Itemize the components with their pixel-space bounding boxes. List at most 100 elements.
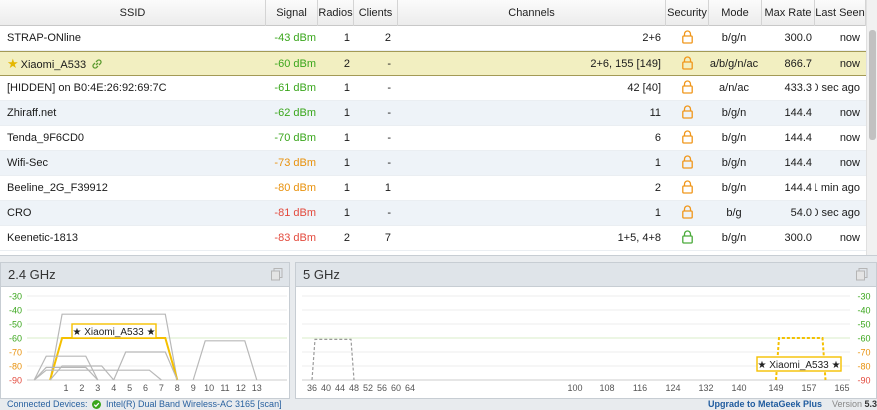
y-tick-label: -30 — [857, 292, 870, 302]
copy-icon[interactable] — [856, 268, 868, 281]
column-header-ssid[interactable]: SSID — [0, 0, 266, 26]
x-tick-label: 7 — [159, 383, 164, 393]
table-header: SSID Signal Radios Clients Channels Secu… — [0, 0, 877, 26]
series-beeline-2g-f39912[interactable] — [49, 365, 115, 381]
cell-clients: - — [387, 207, 391, 219]
x-tick-label: 6 — [143, 383, 148, 393]
series-zhiraff-net[interactable] — [192, 340, 258, 381]
series-wifi-sec[interactable] — [33, 355, 99, 381]
panel-2-4-ghz-title: 2.4 GHz — [8, 267, 56, 282]
table-scrollbar[interactable] — [866, 0, 877, 255]
cell-seen: now — [815, 101, 860, 125]
table-row[interactable]: Keenetic-1813 -83 dBm 2 7 1+5, 4+8 b/g/n 300.0… — [0, 226, 877, 251]
table-row[interactable]: Beeline_2G_F39912 -80 dBm 1 1 2 b/g/n 144.4 1 m… — [0, 176, 877, 201]
last-seen-text: 1 min ago — [815, 182, 860, 194]
upgrade-link[interactable]: Upgrade to MetaGeek Plus — [708, 399, 822, 410]
table-row[interactable]: STRAP-ONline -43 dBm 1 2 2+6 b/g/n 300.0 now — [0, 26, 877, 51]
cell-security — [668, 126, 706, 150]
x-tick-label: 60 — [391, 383, 401, 393]
x-tick-label: 36 — [307, 383, 317, 393]
check-icon — [92, 400, 101, 409]
column-header-clients[interactable]: Clients — [354, 0, 398, 26]
y-tick-label: -70 — [857, 348, 870, 358]
cell-radios: 1 — [343, 132, 350, 144]
x-tick-label: 140 — [731, 383, 746, 393]
table-row[interactable]: Wifi-Sec -73 dBm 1 - 1 b/g/n 144.4 now — [0, 151, 877, 176]
series-cro[interactable] — [33, 366, 99, 381]
y-tick-label: -50 — [857, 320, 870, 330]
x-tick-label: 149 — [768, 383, 783, 393]
column-header-signal[interactable]: Signal — [266, 0, 318, 26]
column-header-radios[interactable]: Radios — [318, 0, 354, 26]
cell-ssid: Keenetic-1813 — [7, 232, 78, 244]
x-tick-label: 11 — [220, 383, 229, 393]
panel-2-4-ghz-header: 2.4 GHz — [1, 263, 289, 287]
column-header-last-seen[interactable]: Last Seen — [815, 0, 866, 26]
x-tick-label: 1 — [63, 383, 68, 393]
x-tick-label: 9 — [191, 383, 196, 393]
cell-seen: now — [815, 126, 860, 150]
cell-ssid: Wifi-Sec — [7, 157, 48, 169]
lock-icon — [681, 180, 693, 194]
series-hidden-on-b0-4e-26-92-69-7c[interactable] — [311, 338, 355, 381]
cell-ssid: Zhiraff.net — [7, 107, 57, 119]
connected-device-link[interactable]: Intel(R) Dual Band Wireless-AC 3165 [sca… — [106, 399, 282, 410]
cell-seen: now — [815, 226, 860, 250]
y-tick-label: -60 — [857, 334, 870, 344]
cell-channels: 2+6 — [642, 32, 661, 44]
x-tick-label: 10 — [204, 383, 214, 393]
series-xiaomi-a533[interactable] — [49, 337, 179, 381]
chart-2-4-ghz: -30-40-50-60-70-80-901 2 3 4 5 6 7 8 9 10 11 12 13★ … — [9, 292, 287, 393]
lock-icon — [681, 155, 693, 169]
cell-signal: -62 dBm — [274, 107, 316, 119]
x-tick-label: 12 — [236, 383, 246, 393]
copy-icon[interactable] — [271, 268, 283, 281]
cell-radios: 1 — [343, 157, 350, 169]
table-row[interactable]: CRO -81 dBm 1 - 1 b/g 54.050 sec ago — [0, 201, 877, 226]
cell-security — [668, 151, 706, 175]
cell-seen: now — [815, 52, 860, 76]
column-header-max-rate[interactable]: Max Rate — [762, 0, 815, 26]
last-seen-text: now — [839, 32, 860, 44]
highlight-label-text: ★ Xiaomi_A533 ★ — [758, 360, 841, 371]
panel-5-ghz: 5 GHz -30 -40 -50 -60 -70 -80 -90 36 40 44 48 52 56 6… — [295, 262, 877, 399]
x-tick-label: 100 — [567, 383, 582, 393]
table-row[interactable]: [HIDDEN] on B0:4E:26:92:69:7C -61 dBm 1 - 42… — [0, 76, 877, 101]
last-seen-text: now — [839, 157, 860, 169]
cell-clients: - — [387, 107, 391, 119]
table-row[interactable]: Tenda_9F6CD0 -70 dBm 1 - 6 b/g/n 144.4 now — [0, 126, 877, 151]
ssid-text: Xiaomi_A533 — [20, 59, 87, 71]
lock-icon — [681, 230, 693, 244]
table-row[interactable]: ★ Xiaomi_A533 -60 dBm 2 - 2+6, 155 [149] a/b/g… — [0, 51, 877, 76]
column-header-channels[interactable]: Channels — [398, 0, 666, 26]
cell-seen: now — [815, 26, 860, 50]
cell-radios: 1 — [343, 182, 350, 194]
cell-mode: a/b/g/n/ac — [709, 58, 759, 70]
x-tick-label: 116 — [633, 383, 647, 393]
cell-ssid: ★ Xiaomi_A533 — [7, 52, 265, 76]
table-row[interactable]: Zhiraff.net -62 dBm 1 - 11 b/g/n 144.4 now — [0, 101, 877, 126]
x-tick-label: 157 — [801, 383, 816, 393]
cell-radios: 1 — [343, 107, 350, 119]
y-tick-label: -60 — [9, 334, 22, 344]
cell-channels: 11 — [649, 107, 661, 119]
highlight-label: ★ Xiaomi_A533 ★ — [756, 356, 842, 372]
cell-seen: now — [815, 151, 860, 175]
cell-signal: -83 dBm — [274, 232, 316, 244]
x-tick-label: 40 — [321, 383, 331, 393]
cell-clients: - — [387, 58, 391, 70]
cell-ssid: CRO — [7, 207, 32, 219]
cell-mode: b/g/n — [721, 32, 747, 44]
cell-rate: 300.0 — [784, 232, 812, 244]
column-header-security[interactable]: Security — [666, 0, 709, 26]
column-header-mode[interactable]: Mode — [709, 0, 762, 26]
scrollbar-thumb[interactable] — [869, 30, 876, 140]
connected-devices-label: Connected Devices: — [7, 399, 88, 409]
cell-security — [668, 52, 706, 76]
cell-ssid: [HIDDEN] on B0:4E:26:92:69:7C — [7, 82, 167, 94]
status-bar: Connected Devices: Intel(R) Dual Band Wi… — [0, 399, 877, 410]
x-tick-label: 64 — [405, 383, 415, 393]
x-tick-label: 48 — [349, 383, 359, 393]
cell-rate: 144.4 — [784, 132, 812, 144]
star-icon: ★ — [7, 56, 19, 71]
